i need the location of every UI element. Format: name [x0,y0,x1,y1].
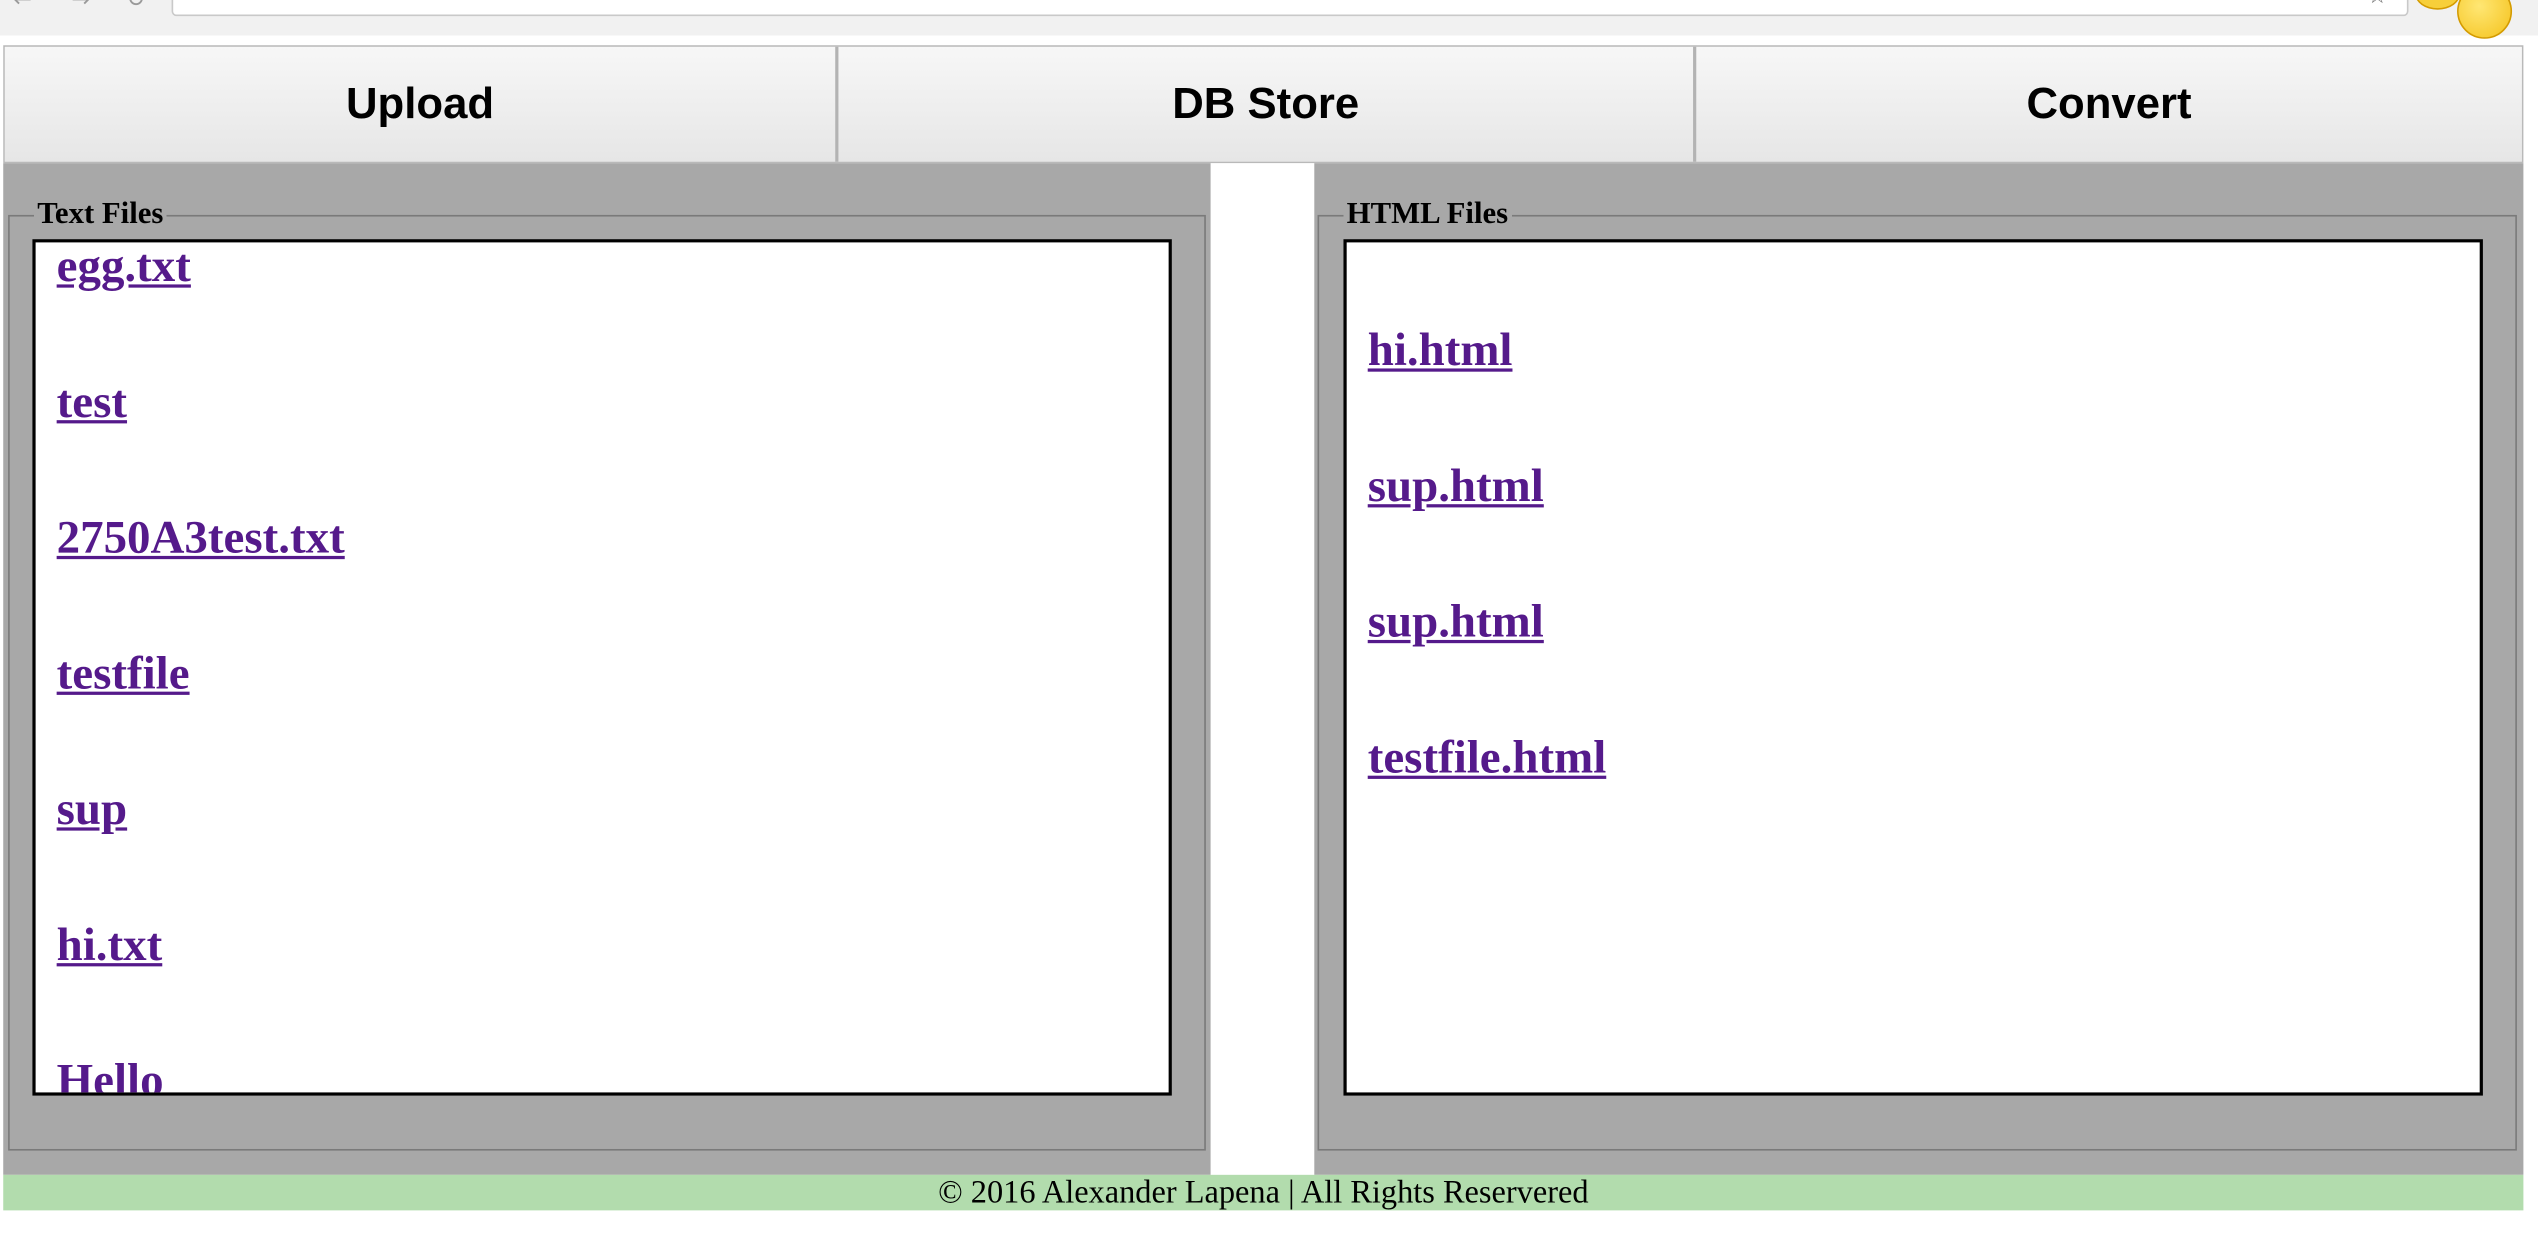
text-files-list-box[interactable]: egg.txt test 2750A3test.txt testfile sup hi.t… [32,239,1172,1096]
text-files-panel: Text Files egg.txt test 2750A3test.txt test… [3,163,1211,1175]
tab-convert[interactable]: Convert [1693,46,2522,162]
tab-db-store[interactable]: DB Store [835,46,1694,162]
html-file-link[interactable]: hi.html [1368,323,1607,459]
text-files-list: egg.txt test 2750A3test.txt testfile sup hi.t… [57,242,345,1092]
address-bar[interactable]: ☆ [171,0,2409,17]
extension-badge-icon[interactable] [2414,0,2461,10]
text-file-link[interactable]: 2750A3test.txt [57,511,345,647]
main-navigation: Upload DB Store Convert [3,45,2524,164]
text-file-link[interactable]: egg.txt [57,242,345,375]
panel-gap [1210,163,1315,1175]
tab-upload[interactable]: Upload [4,46,836,162]
text-file-link[interactable]: Hello [57,1054,345,1092]
text-file-link[interactable]: sup [57,782,345,918]
html-files-list: hi.html sup.html sup.html testfile.html [1368,323,1607,866]
page: ← → ↻ ☆ Upload DB Store Convert Text Fil… [0,0,2538,1254]
back-arrow-icon[interactable]: ← [13,0,32,13]
html-file-link[interactable]: sup.html [1368,459,1607,595]
html-files-panel: HTML Files hi.html sup.html sup.html testfi… [1314,163,2524,1175]
text-file-link[interactable]: hi.txt [57,918,345,1054]
text-file-link[interactable]: testfile [57,646,345,782]
bookmark-star-icon[interactable]: ☆ [2367,0,2387,10]
html-files-list-box[interactable]: hi.html sup.html sup.html testfile.html [1343,239,2483,1096]
text-files-legend: Text Files [37,197,164,232]
html-file-link[interactable]: sup.html [1368,595,1607,731]
forward-arrow-icon[interactable]: → [71,0,90,13]
html-files-legend: HTML Files [1346,197,1509,232]
html-file-link[interactable]: testfile.html [1368,730,1607,866]
browser-toolbar: ← → ↻ ☆ [0,0,2538,39]
footer: © 2016 Alexander Lapena | All Rights Res… [3,1174,2524,1211]
reload-icon[interactable]: ↻ [126,0,145,13]
text-file-link[interactable]: test [57,375,345,511]
extension-badge-icon[interactable] [2457,0,2513,39]
